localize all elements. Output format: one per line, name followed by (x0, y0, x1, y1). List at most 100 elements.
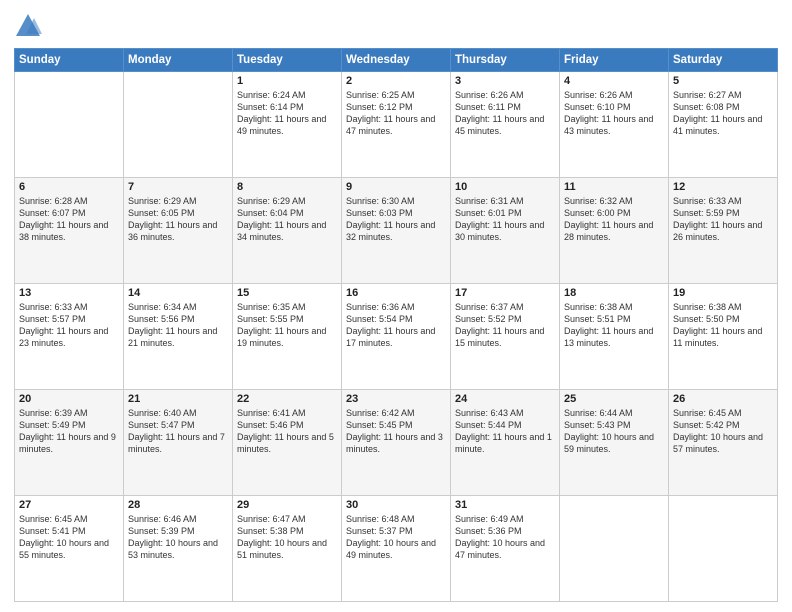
day-number: 22 (237, 393, 337, 405)
day-info: Sunrise: 6:41 AM Sunset: 5:46 PM Dayligh… (237, 407, 337, 456)
calendar-cell: 20 Sunrise: 6:39 AM Sunset: 5:49 PM Dayli… (15, 390, 124, 496)
calendar-cell: 7 Sunrise: 6:29 AM Sunset: 6:05 PM Daylig… (124, 178, 233, 284)
day-number: 8 (237, 181, 337, 193)
calendar-cell: 28 Sunrise: 6:46 AM Sunset: 5:39 PM Dayli… (124, 496, 233, 602)
calendar-week-row: 13Sunrise: 6:33 AM Sunset: 5:57 PM Dayli… (15, 284, 778, 390)
calendar-cell (669, 496, 778, 602)
day-number: 24 (455, 393, 555, 405)
day-number: 3 (455, 75, 555, 87)
day-number: 16 (346, 287, 446, 299)
day-info: Sunrise: 6:39 AM Sunset: 5:49 PM Dayligh… (19, 407, 119, 456)
day-number: 2 (346, 75, 446, 87)
day-number: 4 (564, 75, 664, 87)
day-info: Sunrise: 6:38 AM Sunset: 5:50 PM Dayligh… (673, 301, 773, 350)
calendar-cell: 6 Sunrise: 6:28 AM Sunset: 6:07 PM Daylig… (15, 178, 124, 284)
day-info: Sunrise: 6:29 AM Sunset: 6:04 PM Dayligh… (237, 195, 337, 244)
day-number: 18 (564, 287, 664, 299)
day-number: 25 (564, 393, 664, 405)
calendar-week-row: 20 Sunrise: 6:39 AM Sunset: 5:49 PM Dayli… (15, 390, 778, 496)
calendar-cell (15, 72, 124, 178)
calendar-header-row: SundayMondayTuesdayWednesdayThursdayFrid… (15, 49, 778, 72)
day-number: 26 (673, 393, 773, 405)
day-number: 12 (673, 181, 773, 193)
day-info: Sunrise: 6:48 AM Sunset: 5:37 PM Dayligh… (346, 513, 446, 562)
calendar-cell: 10 Sunrise: 6:31 AM Sunset: 6:01 PM Dayli… (451, 178, 560, 284)
day-number: 30 (346, 499, 446, 511)
day-number: 19 (673, 287, 773, 299)
page: SundayMondayTuesdayWednesdayThursdayFrid… (0, 0, 792, 612)
day-info: Sunrise: 6:42 AM Sunset: 5:45 PM Dayligh… (346, 407, 446, 456)
day-info: Sunrise: 6:28 AM Sunset: 6:07 PM Dayligh… (19, 195, 119, 244)
calendar-cell: 3 Sunrise: 6:26 AM Sunset: 6:11 PM Daylig… (451, 72, 560, 178)
calendar-cell: 5 Sunrise: 6:27 AM Sunset: 6:08 PM Daylig… (669, 72, 778, 178)
day-info: Sunrise: 6:30 AM Sunset: 6:03 PM Dayligh… (346, 195, 446, 244)
calendar-week-row: 27Sunrise: 6:45 AM Sunset: 5:41 PM Dayli… (15, 496, 778, 602)
day-info: Sunrise: 6:35 AM Sunset: 5:55 PM Dayligh… (237, 301, 337, 350)
day-number: 27 (19, 499, 119, 511)
calendar-cell: 15 Sunrise: 6:35 AM Sunset: 5:55 PM Dayli… (233, 284, 342, 390)
day-info: Sunrise: 6:36 AM Sunset: 5:54 PM Dayligh… (346, 301, 446, 350)
calendar-cell: 27Sunrise: 6:45 AM Sunset: 5:41 PM Dayli… (15, 496, 124, 602)
logo-icon (14, 12, 42, 40)
day-info: Sunrise: 6:38 AM Sunset: 5:51 PM Dayligh… (564, 301, 664, 350)
day-number: 6 (19, 181, 119, 193)
day-info: Sunrise: 6:24 AM Sunset: 6:14 PM Dayligh… (237, 89, 337, 138)
day-info: Sunrise: 6:29 AM Sunset: 6:05 PM Dayligh… (128, 195, 228, 244)
day-info: Sunrise: 6:33 AM Sunset: 5:59 PM Dayligh… (673, 195, 773, 244)
day-number: 21 (128, 393, 228, 405)
day-number: 31 (455, 499, 555, 511)
calendar-cell (124, 72, 233, 178)
day-info: Sunrise: 6:47 AM Sunset: 5:38 PM Dayligh… (237, 513, 337, 562)
day-number: 29 (237, 499, 337, 511)
day-number: 5 (673, 75, 773, 87)
day-number: 10 (455, 181, 555, 193)
calendar-header-wednesday: Wednesday (342, 49, 451, 72)
calendar-cell: 19 Sunrise: 6:38 AM Sunset: 5:50 PM Dayli… (669, 284, 778, 390)
day-info: Sunrise: 6:37 AM Sunset: 5:52 PM Dayligh… (455, 301, 555, 350)
day-number: 11 (564, 181, 664, 193)
calendar-cell: 16 Sunrise: 6:36 AM Sunset: 5:54 PM Dayli… (342, 284, 451, 390)
calendar-cell: 23 Sunrise: 6:42 AM Sunset: 5:45 PM Dayli… (342, 390, 451, 496)
calendar-cell (560, 496, 669, 602)
day-info: Sunrise: 6:45 AM Sunset: 5:42 PM Dayligh… (673, 407, 773, 456)
calendar-header-sunday: Sunday (15, 49, 124, 72)
day-info: Sunrise: 6:31 AM Sunset: 6:01 PM Dayligh… (455, 195, 555, 244)
calendar-header-tuesday: Tuesday (233, 49, 342, 72)
day-number: 1 (237, 75, 337, 87)
calendar-cell: 25 Sunrise: 6:44 AM Sunset: 5:43 PM Dayli… (560, 390, 669, 496)
day-info: Sunrise: 6:46 AM Sunset: 5:39 PM Dayligh… (128, 513, 228, 562)
calendar-cell: 1 Sunrise: 6:24 AM Sunset: 6:14 PM Daylig… (233, 72, 342, 178)
day-info: Sunrise: 6:25 AM Sunset: 6:12 PM Dayligh… (346, 89, 446, 138)
calendar-cell: 24 Sunrise: 6:43 AM Sunset: 5:44 PM Dayli… (451, 390, 560, 496)
day-number: 15 (237, 287, 337, 299)
day-number: 23 (346, 393, 446, 405)
day-info: Sunrise: 6:49 AM Sunset: 5:36 PM Dayligh… (455, 513, 555, 562)
day-info: Sunrise: 6:27 AM Sunset: 6:08 PM Dayligh… (673, 89, 773, 138)
calendar-cell: 22 Sunrise: 6:41 AM Sunset: 5:46 PM Dayli… (233, 390, 342, 496)
day-number: 20 (19, 393, 119, 405)
calendar-table: SundayMondayTuesdayWednesdayThursdayFrid… (14, 48, 778, 602)
calendar-week-row: 1 Sunrise: 6:24 AM Sunset: 6:14 PM Daylig… (15, 72, 778, 178)
calendar-cell: 26 Sunrise: 6:45 AM Sunset: 5:42 PM Dayli… (669, 390, 778, 496)
day-number: 28 (128, 499, 228, 511)
calendar-cell: 9 Sunrise: 6:30 AM Sunset: 6:03 PM Daylig… (342, 178, 451, 284)
calendar-cell: 18 Sunrise: 6:38 AM Sunset: 5:51 PM Dayli… (560, 284, 669, 390)
calendar-cell: 4Sunrise: 6:26 AM Sunset: 6:10 PM Daylig… (560, 72, 669, 178)
calendar-cell: 13Sunrise: 6:33 AM Sunset: 5:57 PM Dayli… (15, 284, 124, 390)
day-info: Sunrise: 6:43 AM Sunset: 5:44 PM Dayligh… (455, 407, 555, 456)
day-info: Sunrise: 6:26 AM Sunset: 6:11 PM Dayligh… (455, 89, 555, 138)
calendar-cell: 8 Sunrise: 6:29 AM Sunset: 6:04 PM Daylig… (233, 178, 342, 284)
calendar-header-saturday: Saturday (669, 49, 778, 72)
calendar-cell: 30 Sunrise: 6:48 AM Sunset: 5:37 PM Dayli… (342, 496, 451, 602)
calendar-cell: 29 Sunrise: 6:47 AM Sunset: 5:38 PM Dayli… (233, 496, 342, 602)
calendar-cell: 11 Sunrise: 6:32 AM Sunset: 6:00 PM Dayli… (560, 178, 669, 284)
day-info: Sunrise: 6:32 AM Sunset: 6:00 PM Dayligh… (564, 195, 664, 244)
header (14, 12, 778, 40)
calendar-cell: 12 Sunrise: 6:33 AM Sunset: 5:59 PM Dayli… (669, 178, 778, 284)
calendar-cell: 21Sunrise: 6:40 AM Sunset: 5:47 PM Dayli… (124, 390, 233, 496)
calendar-cell: 14Sunrise: 6:34 AM Sunset: 5:56 PM Dayli… (124, 284, 233, 390)
day-info: Sunrise: 6:44 AM Sunset: 5:43 PM Dayligh… (564, 407, 664, 456)
day-number: 7 (128, 181, 228, 193)
day-info: Sunrise: 6:34 AM Sunset: 5:56 PM Dayligh… (128, 301, 228, 350)
day-number: 9 (346, 181, 446, 193)
